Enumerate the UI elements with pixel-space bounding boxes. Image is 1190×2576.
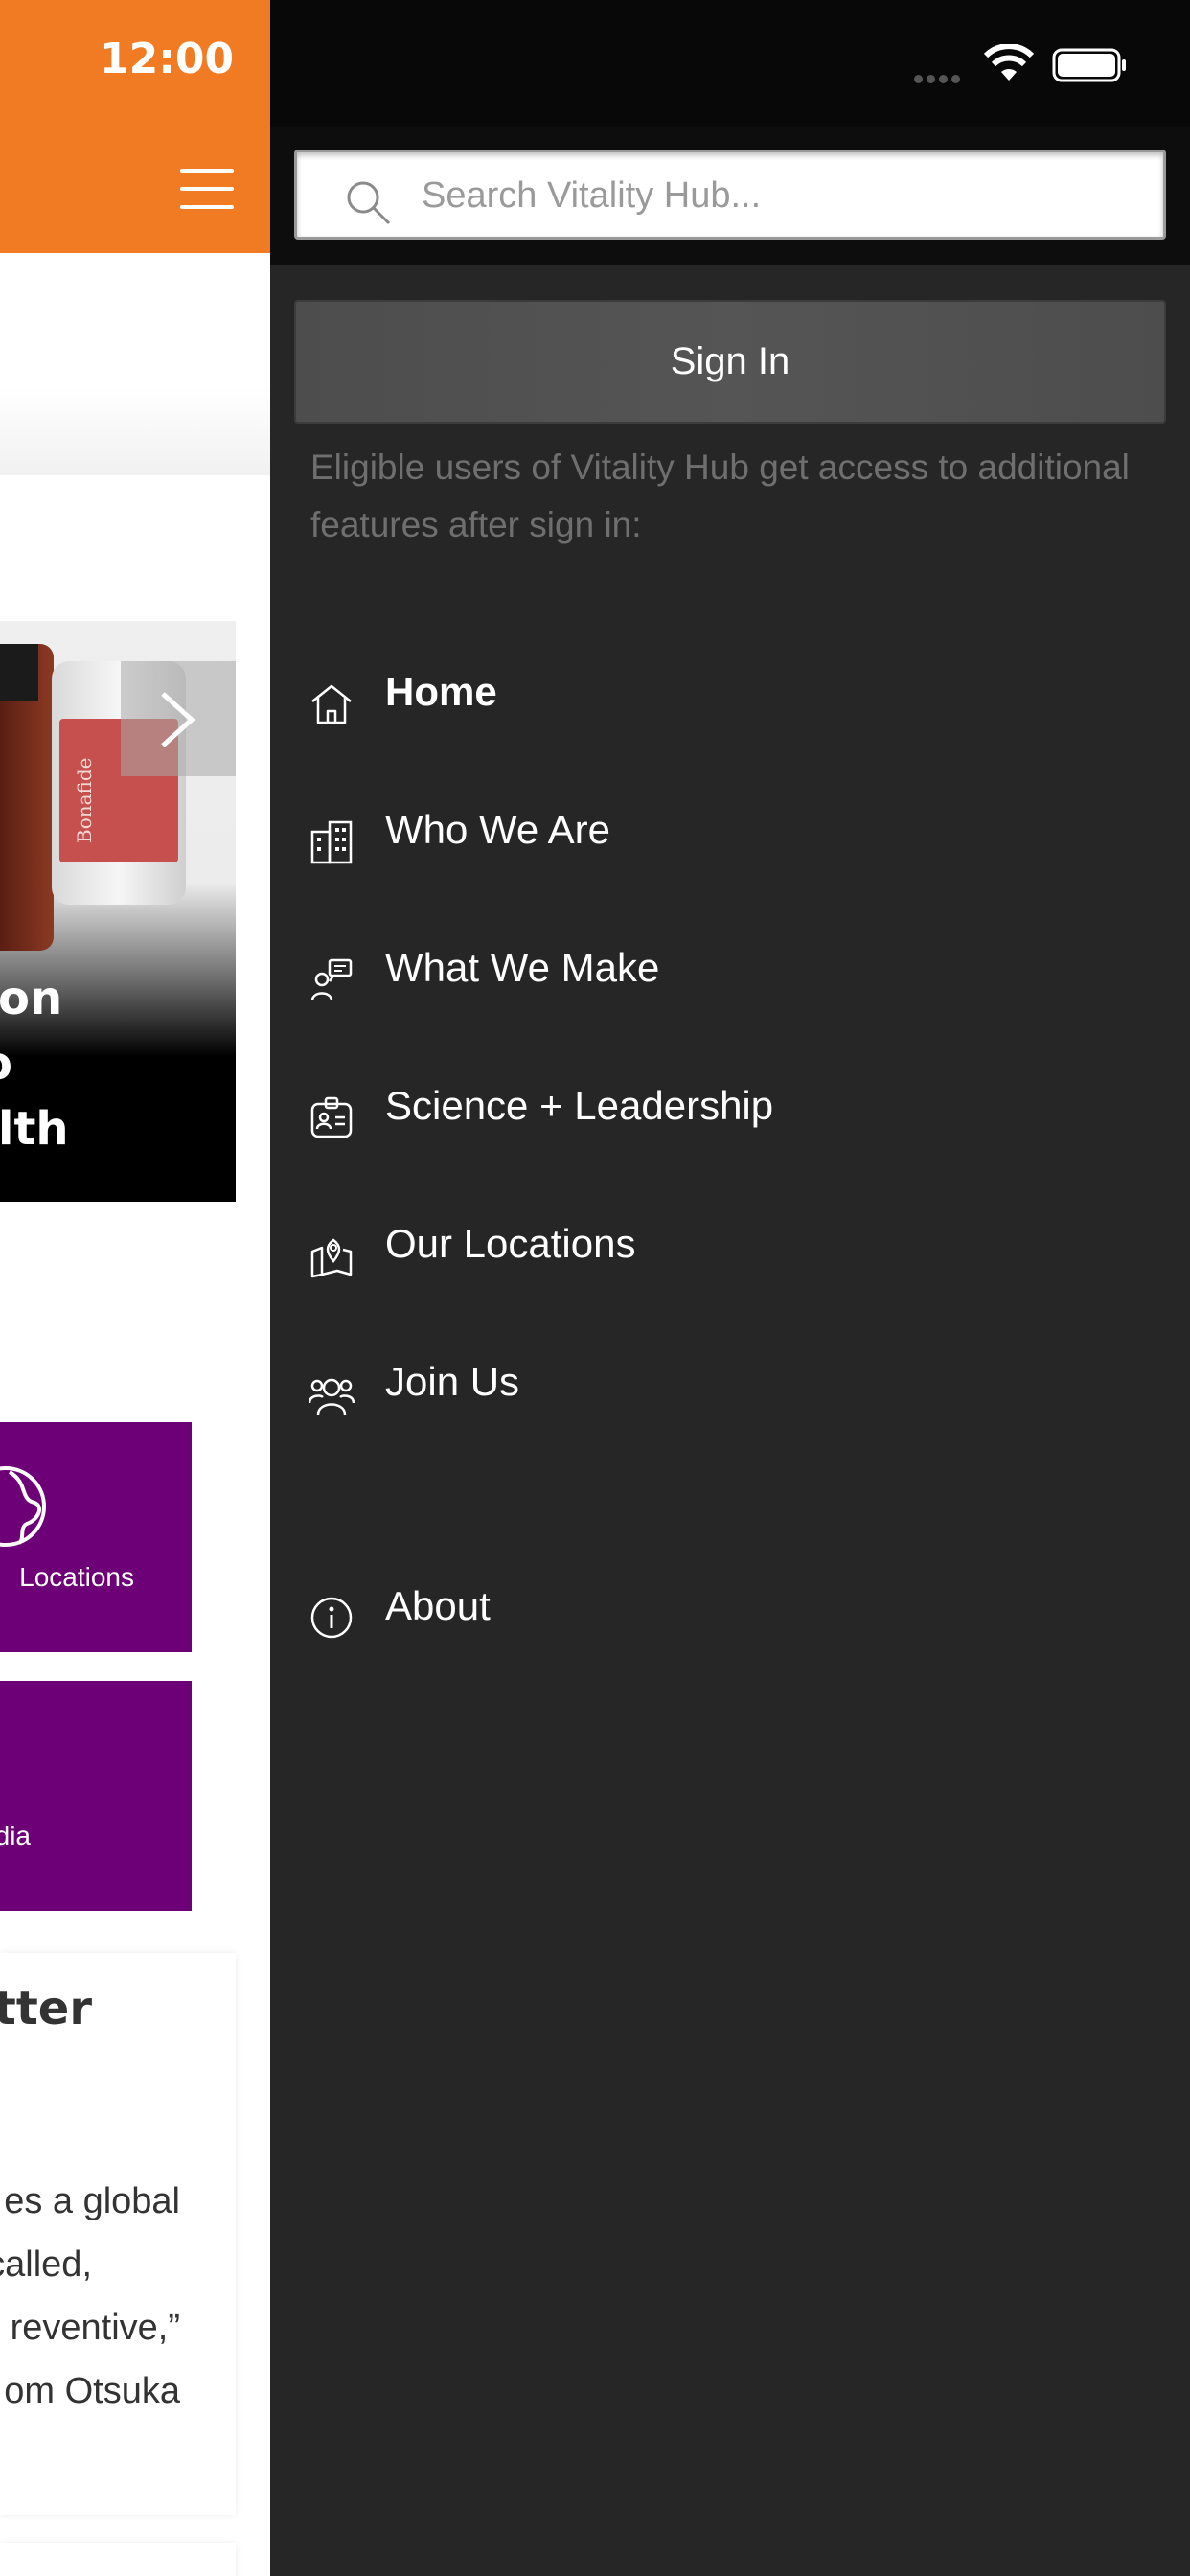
home-icon xyxy=(311,684,352,724)
hero-carousel[interactable]: Bonafide on o lth xyxy=(0,621,236,1202)
news-card[interactable]: tter es a global called, reventive,” om … xyxy=(0,1953,236,2515)
carousel-caption-line: on xyxy=(0,972,63,1025)
cellular-signal-icon xyxy=(914,69,964,87)
carousel-caption-line: o xyxy=(0,1037,12,1091)
building-icon xyxy=(310,820,353,864)
nav-item-label: About xyxy=(385,1583,491,1628)
team-icon xyxy=(309,1378,355,1415)
carousel-caption-line: lth xyxy=(0,1102,69,1156)
news-text-line: om Otsuka xyxy=(4,2371,180,2411)
bottle-brand-label: Bonafide xyxy=(73,757,96,843)
nav-item-label: What We Make xyxy=(385,945,660,990)
nav-item-label: Science + Leadership xyxy=(385,1083,774,1128)
nav-item-our-locations[interactable]: Our Locations xyxy=(270,1200,1190,1296)
banner xyxy=(0,253,270,475)
navigation-drawer: Sign In Eligible users of Vitality Hub g… xyxy=(270,0,1190,2576)
news-text-line: es a global xyxy=(4,2181,180,2221)
status-bar xyxy=(270,0,1190,126)
news-text-line: reventive,” xyxy=(10,2308,180,2348)
globe-icon xyxy=(0,1466,46,1547)
hamburger-menu-icon[interactable] xyxy=(180,167,234,211)
tile-locations[interactable]: Locations xyxy=(0,1422,192,1652)
nav-item-label: Our Locations xyxy=(385,1221,636,1266)
map-pin-icon xyxy=(310,1238,353,1278)
battery-icon xyxy=(1052,48,1126,82)
nav-item-about[interactable]: About xyxy=(270,1562,1190,1658)
tile-label: dia xyxy=(0,1821,31,1851)
status-time: 12:00 xyxy=(100,34,235,83)
id-badge-icon xyxy=(310,1096,353,1138)
chevron-right-icon xyxy=(161,692,195,748)
sign-in-button[interactable]: Sign In xyxy=(294,300,1166,424)
carousel-next-button[interactable] xyxy=(121,661,236,776)
background-page: 12:00 Bonafide on o lth Locations dia tt… xyxy=(0,0,270,2576)
search-input[interactable] xyxy=(422,168,1131,223)
search-icon xyxy=(347,181,391,225)
news-card[interactable] xyxy=(0,2543,236,2576)
nav-item-home[interactable]: Home xyxy=(270,648,1190,744)
nav-item-science-leadership[interactable]: Science + Leadership xyxy=(270,1062,1190,1158)
nav-item-who-we-are[interactable]: Who We Are xyxy=(270,786,1190,882)
news-title: tter xyxy=(0,1982,92,2036)
nav-item-join-us[interactable]: Join Us xyxy=(270,1338,1190,1434)
presenter-icon xyxy=(310,958,353,1001)
nav-item-label: Join Us xyxy=(385,1359,520,1404)
nav-item-what-we-make[interactable]: What We Make xyxy=(270,924,1190,1020)
serum-bottle-image xyxy=(0,644,54,951)
app-header: 12:00 xyxy=(0,0,270,253)
sign-in-note: Eligible users of Vitality Hub get acces… xyxy=(310,448,1130,544)
wifi-icon xyxy=(983,44,1035,80)
tile-label: Locations xyxy=(19,1562,134,1592)
info-icon xyxy=(310,1597,353,1639)
nav-item-label: Who We Are xyxy=(385,807,610,852)
search-box[interactable] xyxy=(294,150,1166,240)
search-bar xyxy=(270,126,1190,264)
tile-media[interactable]: dia xyxy=(0,1681,192,1911)
news-text-line: called, xyxy=(0,2244,92,2285)
nav-item-label: Home xyxy=(385,669,497,714)
